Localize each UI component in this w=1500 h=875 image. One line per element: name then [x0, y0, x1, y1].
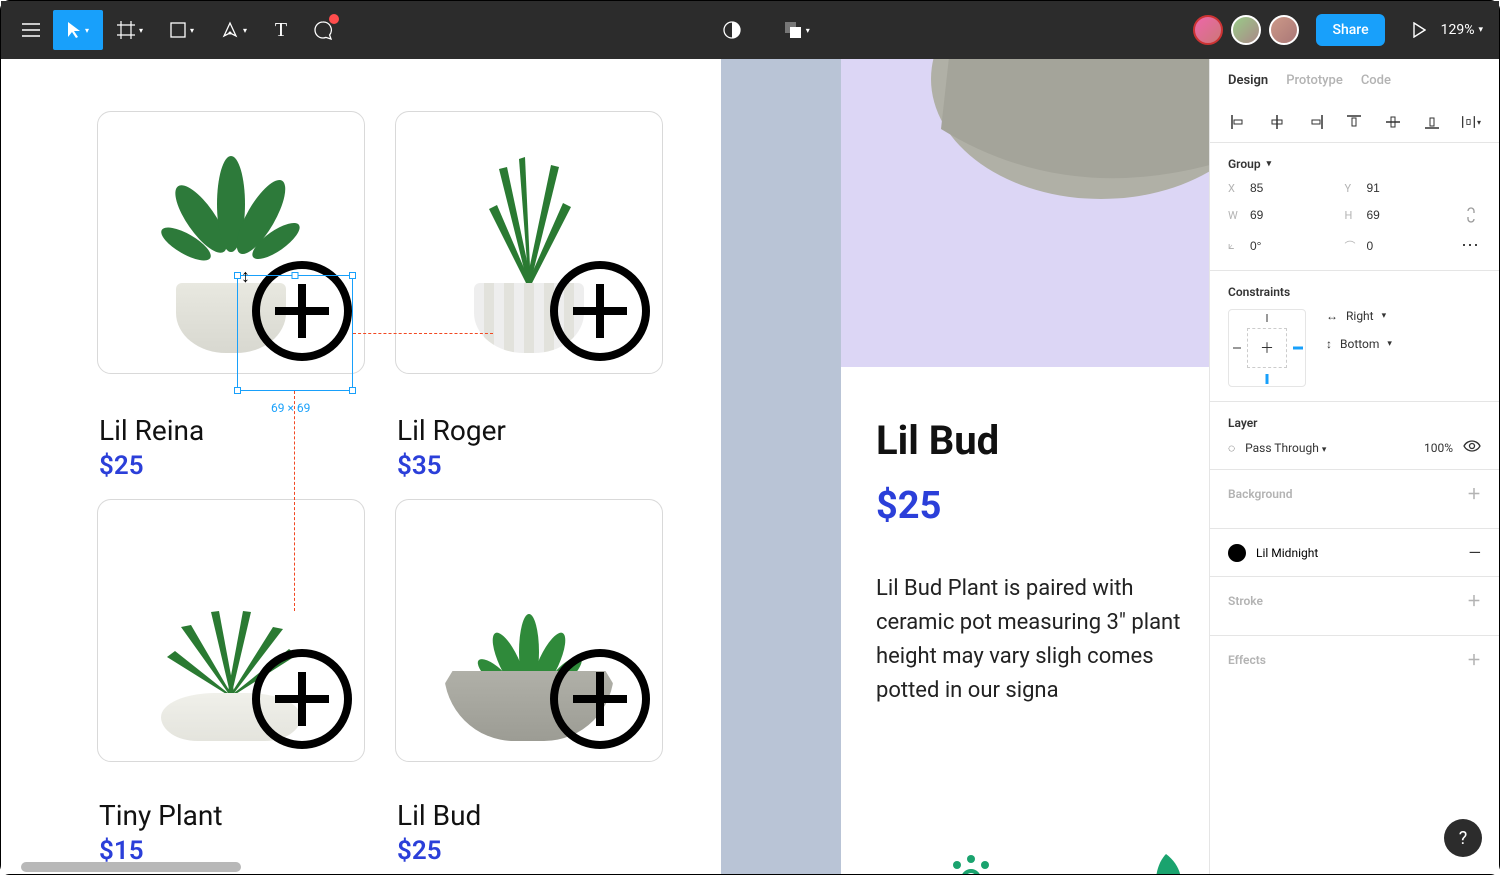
effects-section: Effects＋ — [1210, 636, 1499, 694]
align-bottom-icon[interactable] — [1422, 112, 1442, 132]
group-dropdown[interactable]: Group▾ — [1228, 157, 1481, 171]
angle-icon: ⟀ — [1228, 239, 1242, 253]
resize-handle[interactable] — [292, 272, 299, 279]
radius-input[interactable] — [1367, 239, 1407, 253]
zoom-dropdown[interactable]: 129%▾ — [1441, 22, 1483, 38]
detail-price: $25 — [876, 484, 1206, 528]
add-background-icon[interactable]: ＋ — [1467, 484, 1481, 504]
align-right-icon[interactable] — [1306, 112, 1326, 132]
x-input[interactable] — [1250, 181, 1290, 195]
detach-style-icon[interactable]: — — [1469, 543, 1482, 562]
tab-code[interactable]: Code — [1361, 73, 1391, 88]
y-input[interactable] — [1367, 181, 1407, 195]
alignment-guide — [353, 333, 493, 334]
align-left-icon[interactable] — [1228, 112, 1248, 132]
constrain-proportions-icon[interactable] — [1461, 205, 1481, 225]
radius-icon: ⌒ — [1345, 238, 1359, 254]
visibility-icon[interactable] — [1463, 440, 1481, 455]
add-button[interactable] — [550, 261, 650, 361]
fill-name: Lil Midnight — [1256, 546, 1318, 560]
badge-icon — [1141, 849, 1191, 874]
align-top-icon[interactable] — [1344, 112, 1364, 132]
h-input[interactable] — [1367, 208, 1407, 222]
product-name: Lil Reina — [99, 414, 204, 447]
fill-section: Lil Midnight — — [1210, 529, 1499, 577]
resize-handle[interactable] — [234, 387, 241, 394]
top-toolbar: ▾ ▾ ▾ ▾ T ▾ Share 129%▾ — [1, 1, 1499, 59]
component-tool[interactable]: ▾ — [772, 10, 822, 50]
move-tool[interactable]: ▾ — [53, 10, 103, 50]
align-hcenter-icon[interactable] — [1267, 112, 1287, 132]
product-name: Lil Bud — [397, 799, 481, 832]
arrow-v-icon: ↕ — [1326, 337, 1332, 351]
tab-design[interactable]: Design — [1228, 73, 1268, 88]
transform-section: Group▾ X Y W H ⟀ ⌒ ⋯ — [1210, 143, 1499, 271]
product-card — [395, 111, 663, 374]
w-input[interactable] — [1250, 208, 1290, 222]
constraints-widget[interactable]: ＋ — [1228, 309, 1306, 387]
shape-tool[interactable]: ▾ — [157, 10, 207, 50]
layer-section: Layer ◌ Pass Through ▾ 100% — [1210, 402, 1499, 470]
canvas[interactable]: Lil Reina $25 Lil Roger $35 Tiny Pla — [1, 59, 1209, 874]
help-button[interactable]: ? — [1444, 819, 1482, 857]
constraint-v-dropdown[interactable]: ↕Bottom▾ — [1326, 337, 1392, 351]
avatar[interactable] — [1269, 15, 1299, 45]
badge-row — [941, 849, 1191, 874]
inspector-panel: Design Prototype Code ▾ Group▾ X Y W H ⟀ — [1209, 59, 1499, 874]
add-button[interactable] — [550, 649, 650, 749]
play-icon[interactable] — [1399, 10, 1439, 50]
detail-body: Lil Bud Plant is paired with ceramic pot… — [876, 572, 1206, 708]
share-button[interactable]: Share — [1316, 14, 1384, 46]
resize-cursor-icon: ↕ — [241, 266, 250, 287]
comment-tool[interactable] — [303, 10, 343, 50]
alignment-guide — [294, 391, 295, 611]
resize-handle[interactable] — [349, 387, 356, 394]
resize-handle[interactable] — [234, 272, 241, 279]
product-price: $25 — [397, 836, 442, 866]
blend-icon: ◌ — [1228, 441, 1235, 455]
background-section: Background＋ — [1210, 470, 1499, 529]
align-vcenter-icon[interactable] — [1383, 112, 1403, 132]
frame-tool[interactable]: ▾ — [105, 10, 155, 50]
detail-title: Lil Bud — [876, 417, 1206, 464]
badge-icon — [941, 849, 1001, 874]
more-options-icon[interactable]: ⋯ — [1461, 235, 1481, 256]
product-card — [395, 499, 663, 762]
color-swatch[interactable] — [1228, 544, 1246, 562]
add-stroke-icon[interactable]: ＋ — [1467, 591, 1481, 611]
frame-product-grid: Lil Reina $25 Lil Roger $35 Tiny Pla — [1, 59, 721, 874]
selection-size-label: 69 × 69 — [271, 401, 310, 415]
arrow-h-icon: ↔ — [1326, 309, 1338, 323]
blend-dropdown[interactable]: Pass Through ▾ — [1245, 441, 1326, 455]
rotation-input[interactable] — [1250, 239, 1290, 253]
constraint-h-dropdown[interactable]: ↔Right▾ — [1326, 309, 1392, 323]
add-effect-icon[interactable]: ＋ — [1467, 650, 1481, 670]
product-name: Tiny Plant — [99, 799, 223, 832]
opacity-input[interactable]: 100% — [1424, 441, 1453, 455]
alignment-controls: ▾ — [1210, 102, 1499, 143]
frame-detail: Lil Bud $25 Lil Bud Plant is paired with… — [841, 367, 1209, 874]
product-price: $25 — [99, 451, 144, 481]
constraints-section: Constraints ＋ ↔Right▾ ↕Bottom▾ — [1210, 271, 1499, 402]
add-button[interactable] — [252, 649, 352, 749]
product-card — [97, 499, 365, 762]
avatar[interactable] — [1193, 15, 1223, 45]
tab-prototype[interactable]: Prototype — [1286, 73, 1343, 88]
avatar[interactable] — [1231, 15, 1261, 45]
text-tool[interactable]: T — [261, 10, 301, 50]
resize-handle[interactable] — [349, 272, 356, 279]
scrollbar-horizontal[interactable] — [21, 862, 241, 872]
plant-image-large — [871, 59, 1209, 259]
menu-icon[interactable] — [11, 10, 51, 50]
selection-bounds[interactable] — [237, 275, 353, 391]
product-price: $35 — [397, 451, 442, 481]
stroke-section: Stroke＋ — [1210, 577, 1499, 636]
pen-tool[interactable]: ▾ — [209, 10, 259, 50]
distribute-icon[interactable]: ▾ — [1461, 112, 1481, 132]
contrast-icon[interactable] — [712, 10, 752, 50]
panel-tabs: Design Prototype Code — [1210, 59, 1499, 102]
product-name: Lil Roger — [397, 414, 506, 447]
